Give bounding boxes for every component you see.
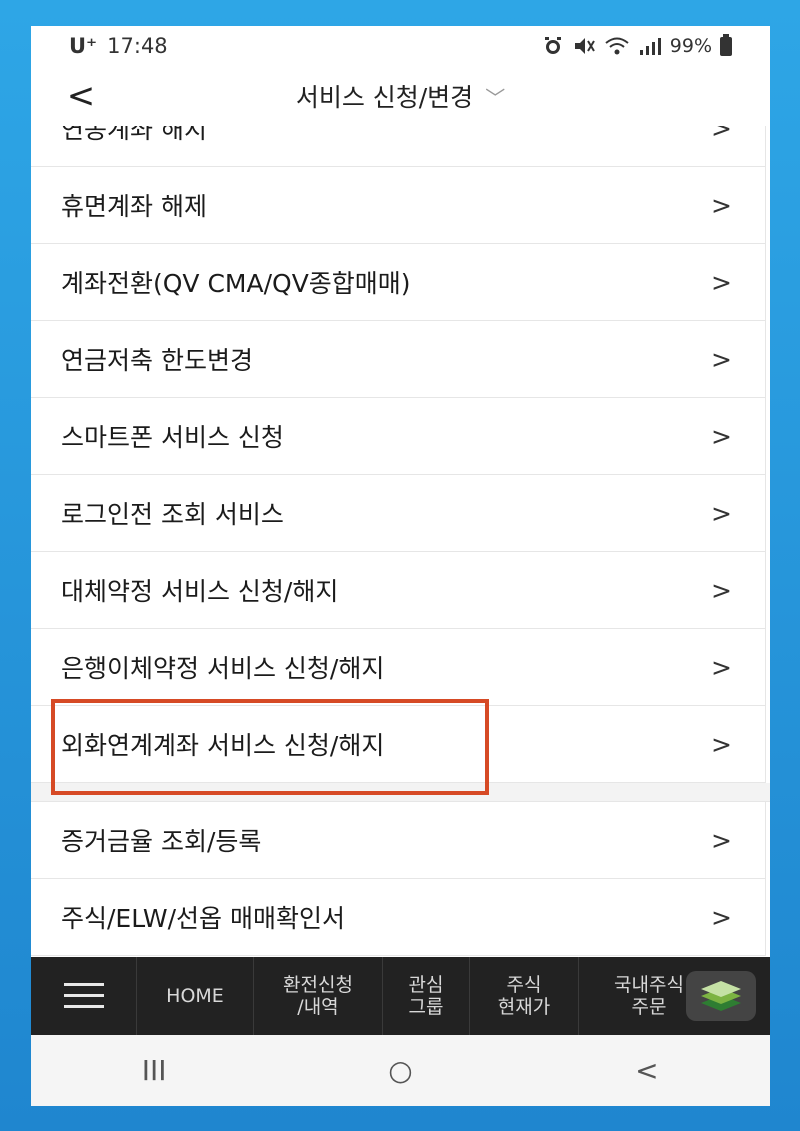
back-chevron-icon: <: [66, 76, 96, 116]
app-bottom-nav: HOME 환전신청 /내역 관심 그룹 주식 현재가 국내주식 주문: [31, 957, 770, 1035]
carrier-label: U⁺: [69, 34, 98, 58]
service-list: 연동계좌 해지 > 휴면계좌 해제 > 계좌전환(QV CMA/QV종합매매) > 연…: [31, 126, 770, 958]
list-item-label: 연동계좌 해지: [61, 126, 207, 144]
list-item-label: 은행이체약정 서비스 신청/해지: [61, 654, 385, 683]
chevron-right-icon: >: [711, 575, 732, 605]
chevron-right-icon: >: [711, 902, 732, 932]
chevron-right-icon: >: [711, 498, 732, 528]
chevron-right-icon: >: [711, 126, 732, 143]
list-item[interactable]: 연동계좌 해지 >: [31, 126, 766, 167]
signal-icon: [639, 38, 661, 55]
list-item[interactable]: 연금저축 한도변경 >: [31, 321, 766, 398]
list-item[interactable]: 스마트폰 서비스 신청 >: [31, 398, 766, 475]
chevron-right-icon: >: [711, 729, 732, 759]
chevron-right-icon: >: [711, 344, 732, 374]
list-item-label: 대체약정 서비스 신청/해지: [61, 577, 339, 606]
page-header: < 서비스 신청/변경 ﹀: [31, 66, 770, 126]
list-item-foreign-currency-account[interactable]: 외화연계계좌 서비스 신청/해지 >: [31, 706, 766, 783]
recents-button[interactable]: III: [114, 1054, 194, 1087]
list-item[interactable]: 휴면계좌 해제 >: [31, 167, 766, 244]
page-title-dropdown[interactable]: 서비스 신청/변경 ﹀: [296, 78, 505, 114]
list-item[interactable]: 로그인전 조회 서비스 >: [31, 475, 766, 552]
list-item-label: 외화연계계좌 서비스 신청/해지: [61, 731, 385, 760]
nav-stock-price[interactable]: 주식 현재가: [470, 957, 579, 1035]
list-item[interactable]: 증거금율 조회/등록 >: [31, 802, 766, 879]
menu-button[interactable]: [31, 957, 137, 1035]
battery-icon: [720, 33, 732, 56]
list-item-label: 주식/ELW/선옵 매매확인서: [61, 904, 345, 933]
wifi-icon: [605, 37, 629, 55]
system-nav-bar: III ○ <: [31, 1035, 770, 1106]
chevron-right-icon: >: [711, 190, 732, 220]
list-item-label: 스마트폰 서비스 신청: [61, 423, 284, 452]
list-item-label: 계좌전환(QV CMA/QV종합매매): [61, 269, 411, 298]
list-item[interactable]: 대체약정 서비스 신청/해지 >: [31, 552, 766, 629]
list-item-label: 연금저축 한도변경: [61, 346, 253, 375]
nav-watchlist[interactable]: 관심 그룹: [383, 957, 470, 1035]
page-title: 서비스 신청/변경: [295, 83, 474, 112]
home-button[interactable]: ○: [360, 1054, 440, 1087]
layers-button[interactable]: [686, 971, 756, 1021]
hamburger-icon: [63, 983, 104, 1009]
layers-icon: [701, 981, 741, 1011]
list-item-label: 증거금율 조회/등록: [61, 827, 262, 856]
back-button[interactable]: <: [61, 76, 101, 116]
nav-home[interactable]: HOME: [137, 957, 254, 1035]
phone-screen: U⁺ 17:48 99% < 서비스 신청/변경 ﹀ 연동계좌 해지 > 휴면계좌…: [31, 26, 770, 1106]
chevron-down-icon: ﹀: [485, 85, 506, 110]
list-item[interactable]: 은행이체약정 서비스 신청/해지 >: [31, 629, 766, 706]
status-bar: U⁺ 17:48 99%: [31, 26, 770, 66]
system-back-button[interactable]: <: [607, 1054, 687, 1087]
chevron-right-icon: >: [711, 652, 732, 682]
alarm-icon: [544, 37, 561, 54]
list-item-label: 로그인전 조회 서비스: [61, 500, 284, 529]
list-item[interactable]: 계좌전환(QV CMA/QV종합매매) >: [31, 244, 766, 321]
list-item-label: 휴면계좌 해제: [61, 192, 207, 221]
group-divider: [31, 783, 770, 802]
chevron-right-icon: >: [711, 825, 732, 855]
chevron-right-icon: >: [711, 421, 732, 451]
list-item[interactable]: 주식/ELW/선옵 매매확인서 >: [31, 879, 766, 956]
nav-exchange[interactable]: 환전신청 /내역: [254, 957, 383, 1035]
mute-icon: [574, 38, 595, 54]
chevron-right-icon: >: [711, 267, 732, 297]
clock: 17:48: [107, 34, 168, 58]
battery-percent: 99%: [669, 35, 712, 57]
